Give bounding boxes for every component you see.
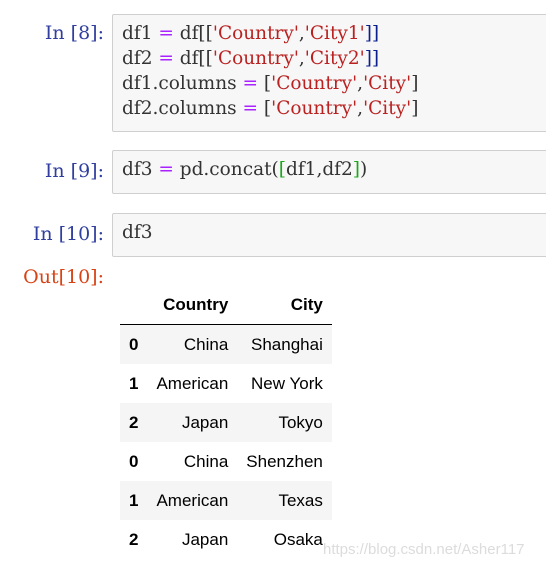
dataframe-output-table: Country City 0 China Shanghai 1 American New… [120,286,332,559]
cell-prompt-in-8: In [8]: [44,22,104,44]
cell-prompt-in-10: In [10]: [32,223,104,245]
cell-prompt-in-9: In [9]: [44,160,104,182]
code-line: df2.columns = ['Country','City'] [122,98,419,119]
table-row: 0 China Shanghai [120,324,332,364]
cell-prompt-out-10: Out[10]: [23,266,104,288]
row-index: 2 [129,529,139,549]
table-header-row: Country City [120,286,332,325]
table-row: 2 Japan Osaka [120,520,332,559]
column-header-country: Country [147,286,238,325]
cell-city: Texas [278,490,323,510]
cell-country: American [156,490,229,510]
cell-city: New York [251,373,323,393]
table-row: 1 American New York [120,364,332,403]
cell-city: Shenzhen [246,451,323,471]
code-cell-8[interactable]: df1 = df[['Country','City1']] df2 = df[[… [112,14,546,132]
cell-city: Tokyo [278,412,323,432]
code-line: df1 = df[['Country','City1']] [122,23,380,44]
row-index: 2 [129,412,139,432]
cell-country: China [183,334,229,354]
table-row: 0 China Shenzhen [120,442,332,481]
code-line: df3 = pd.concat([df1,df2]) [122,159,368,180]
row-index: 0 [129,451,139,471]
code-cell-9[interactable]: df3 = pd.concat([df1,df2]) [112,150,546,194]
cell-country: Japan [181,412,229,432]
column-header-city: City [237,286,332,325]
row-index: 0 [129,334,139,354]
table-row: 2 Japan Tokyo [120,403,332,442]
cell-country: Japan [181,529,229,549]
cell-city: Shanghai [251,334,323,354]
cell-country: American [156,373,229,393]
code-line: df1.columns = ['Country','City'] [122,73,419,94]
index-header [120,286,148,325]
row-index: 1 [129,490,139,510]
code-cell-10[interactable]: df3 [112,213,546,257]
code-line: df2 = df[['Country','City2']] [122,48,380,69]
cell-country: China [183,451,229,471]
cell-city: Osaka [273,529,323,549]
row-index: 1 [129,373,139,393]
watermark: https://blog.csdn.net/Asher117 [323,541,525,558]
table-row: 1 American Texas [120,481,332,520]
code-line: df3 [122,222,153,243]
